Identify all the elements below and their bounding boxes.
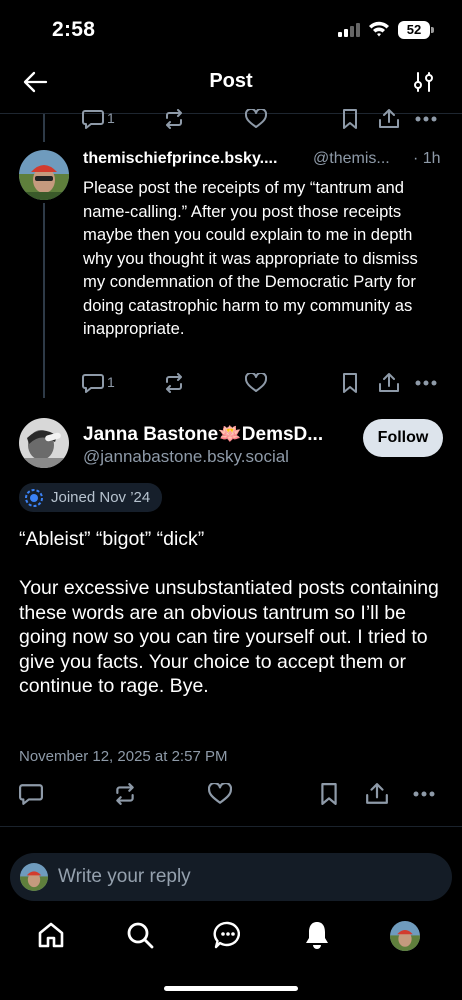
cellular-signal-icon: [338, 23, 362, 37]
new-account-icon: [25, 488, 43, 507]
heart-icon[interactable]: [208, 783, 232, 805]
parent-reply-count: 1: [107, 110, 115, 126]
battery-indicator: 52: [398, 21, 430, 39]
ellipsis-icon[interactable]: [415, 380, 437, 386]
content-divider: [0, 826, 462, 827]
bookmark-icon[interactable]: [319, 783, 339, 805]
main-author-avatar[interactable]: [19, 418, 69, 468]
reply-input[interactable]: [58, 866, 418, 888]
search-icon[interactable]: [125, 920, 155, 950]
repost-icon[interactable]: [163, 109, 185, 129]
heart-icon[interactable]: [245, 373, 267, 393]
main-post-actions: [0, 782, 462, 808]
sliders-icon: [414, 72, 433, 92]
follow-button[interactable]: Follow: [363, 419, 443, 457]
bookmark-icon[interactable]: [341, 109, 359, 129]
notifications-bell-icon[interactable]: [302, 919, 332, 951]
main-post-date: November 12, 2025 at 2:57 PM: [19, 748, 228, 765]
speech-bubble-icon[interactable]: [19, 783, 43, 805]
home-indicator: [164, 986, 298, 991]
parent-post-actions: 1: [0, 108, 462, 132]
reply-author-avatar[interactable]: [19, 150, 69, 200]
heart-icon[interactable]: [245, 109, 267, 129]
composer-avatar: [20, 863, 48, 891]
ellipsis-icon[interactable]: [412, 791, 436, 797]
bottom-navigation: [0, 915, 462, 959]
reply-author-name[interactable]: themischiefprince.bsky....: [83, 150, 277, 168]
reply-text: Please post the receipts of my “tantrum …: [83, 178, 418, 338]
share-icon[interactable]: [365, 782, 389, 806]
thread-line-reply: [43, 203, 45, 398]
home-icon[interactable]: [36, 920, 66, 950]
speech-bubble-icon[interactable]: [82, 109, 104, 129]
main-author-name[interactable]: Janna Bastone🪷DemsD...: [83, 422, 323, 446]
reply-author-handle[interactable]: @themis...: [313, 150, 390, 168]
speech-bubble-icon[interactable]: [82, 373, 104, 393]
repost-icon[interactable]: [163, 373, 185, 393]
profile-avatar-tab[interactable]: [390, 921, 420, 951]
share-icon[interactable]: [378, 372, 400, 394]
repost-icon[interactable]: [113, 783, 137, 805]
share-icon[interactable]: [378, 108, 400, 130]
joined-text: Joined Nov ’24: [51, 489, 151, 506]
battery-tip: [431, 27, 434, 33]
messages-icon[interactable]: [213, 920, 243, 950]
reply-actions: 1: [0, 372, 462, 396]
status-time: 2:58: [52, 18, 96, 41]
thread-settings-button[interactable]: [414, 71, 434, 93]
reply-reply-count: 1: [107, 374, 115, 390]
page-title: Post: [209, 70, 253, 92]
wifi-icon: [368, 20, 390, 38]
reply-timestamp: · 1h: [413, 150, 441, 167]
reply-composer[interactable]: [10, 853, 452, 901]
main-post-text: “Ableist” “bigot” “dick” Your excessive …: [19, 528, 439, 697]
joined-badge: Joined Nov ’24: [19, 483, 163, 512]
bookmark-icon[interactable]: [341, 373, 359, 393]
main-author-handle[interactable]: @jannabastone.bsky.social: [83, 447, 289, 467]
ellipsis-icon[interactable]: [415, 116, 437, 122]
